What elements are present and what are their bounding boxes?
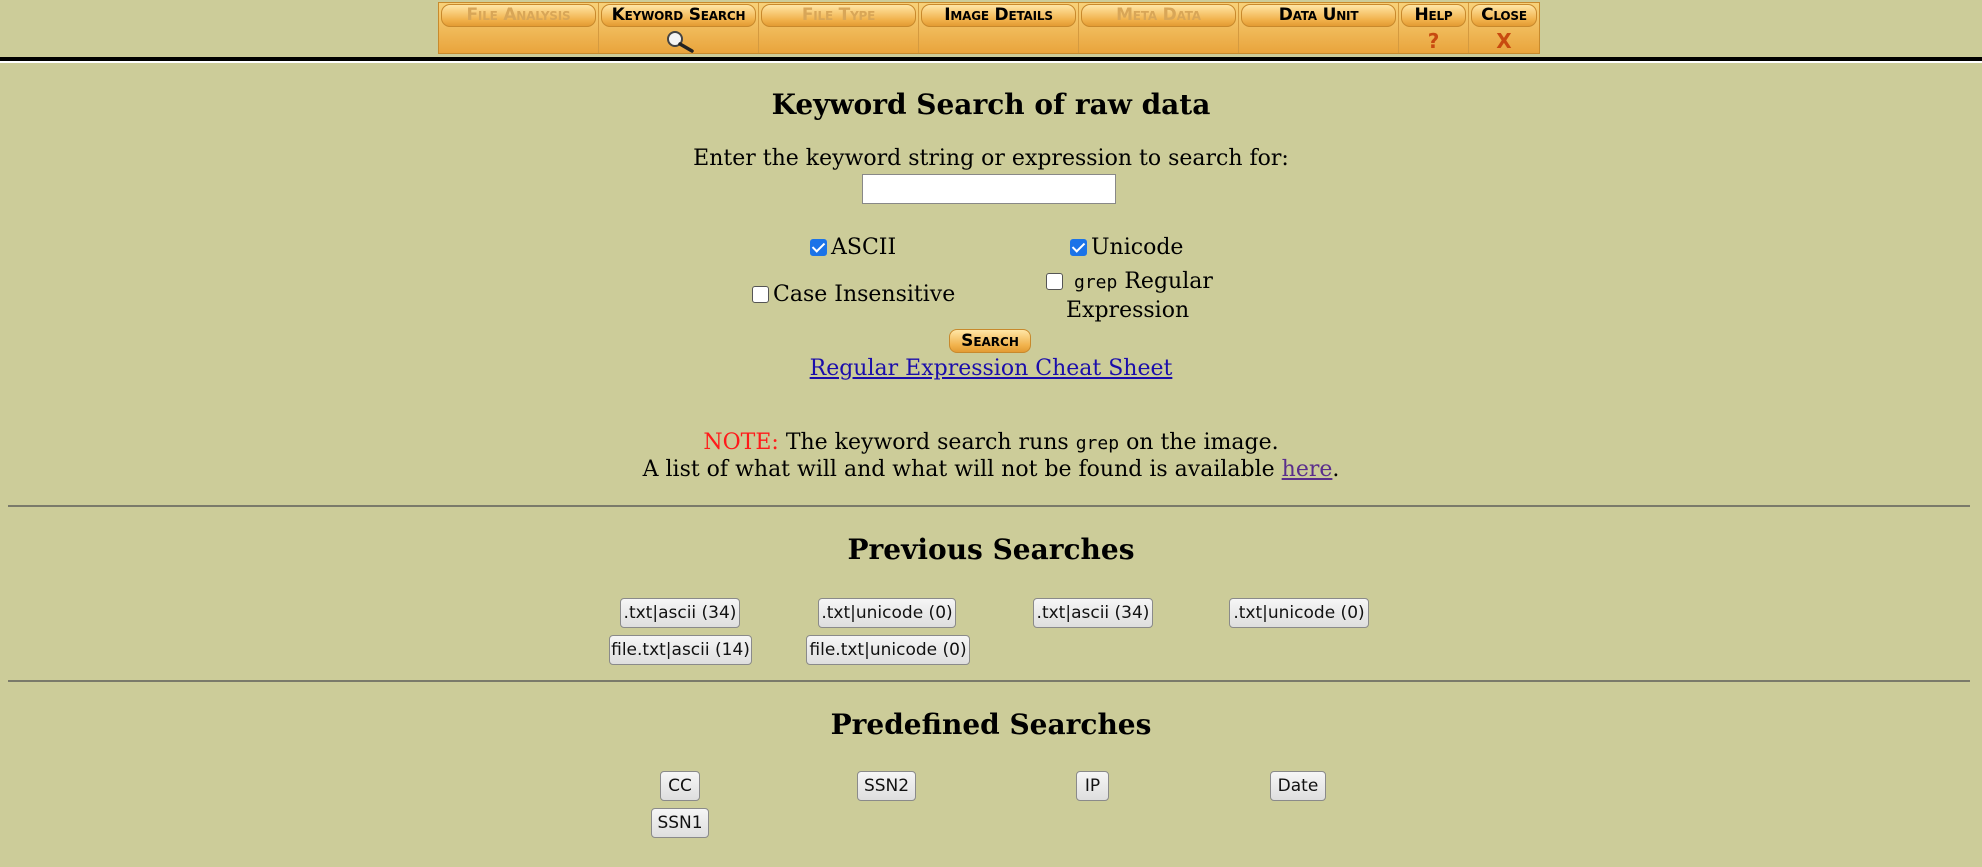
predefined-search-button[interactable]: SSN2 (857, 771, 916, 801)
grep-mono-label: grep (1074, 272, 1118, 293)
tab-meta-data[interactable]: Meta Data (1079, 3, 1239, 53)
note-line2: A list of what will and what will not be… (642, 457, 1275, 482)
case-insensitive-label: Case Insensitive (773, 282, 956, 307)
unicode-option[interactable]: Unicode (1070, 235, 1183, 260)
grep-regex-option[interactable]: grep Regular Expression (1046, 268, 1213, 325)
previous-search-button[interactable]: .txt|ascii (34) (620, 598, 740, 628)
note-text-after: on the image. (1126, 430, 1279, 455)
tab-file-analysis[interactable]: File Analysis (439, 3, 599, 53)
unicode-label: Unicode (1091, 235, 1184, 260)
note-block: NOTE: The keyword search runs grep on th… (0, 430, 1982, 483)
case-insensitive-checkbox[interactable] (752, 286, 769, 303)
tab-image-details[interactable]: Image Details (919, 3, 1079, 53)
tab-keyword-search-label: Keyword Search (601, 4, 756, 27)
predefined-searches-title: Predefined Searches (830, 708, 1152, 741)
tab-strip: File Analysis Keyword Search File Type I… (438, 2, 1540, 54)
predefined-search-button[interactable]: CC (660, 771, 700, 801)
unicode-checkbox[interactable] (1070, 239, 1087, 256)
case-insensitive-option[interactable]: Case Insensitive (752, 282, 955, 307)
tab-data-unit[interactable]: Data Unit (1239, 3, 1399, 53)
tab-close-label: Close (1471, 4, 1537, 27)
divider (8, 680, 1970, 682)
predefined-search-button[interactable]: Date (1270, 771, 1326, 801)
previous-searches-header: Previous Searches (0, 533, 1982, 566)
divider (8, 505, 1970, 507)
predefined-search-button[interactable]: SSN1 (651, 808, 709, 838)
predefined-searches-header: Predefined Searches (0, 708, 1982, 741)
tab-keyword-search[interactable]: Keyword Search (599, 3, 759, 53)
previous-search-button[interactable]: .txt|unicode (0) (818, 598, 956, 628)
previous-searches-title: Previous Searches (847, 533, 1135, 566)
ascii-checkbox[interactable] (810, 239, 827, 256)
top-divider (0, 57, 1982, 63)
tab-close[interactable]: Close X (1469, 3, 1539, 53)
tab-file-analysis-label: File Analysis (441, 4, 596, 27)
note-here-link[interactable]: here (1282, 457, 1333, 482)
grep-regex-checkbox[interactable] (1046, 273, 1063, 290)
grep-regex-label-1: Regular (1124, 269, 1213, 294)
tab-data-unit-label: Data Unit (1241, 4, 1396, 27)
previous-search-button[interactable]: file.txt|ascii (14) (609, 635, 752, 665)
previous-search-button[interactable]: .txt|unicode (0) (1229, 598, 1369, 628)
question-icon: ? (1427, 29, 1440, 53)
tab-help-label: Help (1401, 4, 1466, 27)
ascii-option[interactable]: ASCII (810, 235, 896, 260)
regex-cheat-sheet-link[interactable]: Regular Expression Cheat Sheet (810, 356, 1173, 381)
note-text-before: The keyword search runs (785, 430, 1069, 455)
tab-help[interactable]: Help ? (1399, 3, 1469, 53)
tab-file-type[interactable]: File Type (759, 3, 919, 53)
search-prompt: Enter the keyword string or expression t… (693, 146, 1289, 171)
cheat-sheet-row: Regular Expression Cheat Sheet (0, 356, 1982, 381)
top-menu-bar: File Analysis Keyword Search File Type I… (0, 0, 1982, 63)
previous-search-button[interactable]: file.txt|unicode (0) (806, 635, 970, 665)
previous-search-button[interactable]: .txt|ascii (34) (1033, 598, 1153, 628)
note-period: . (1332, 457, 1340, 482)
tab-image-details-label: Image Details (921, 4, 1076, 27)
magnifier-icon (599, 29, 758, 53)
tab-meta-data-label: Meta Data (1081, 4, 1236, 27)
predefined-search-button[interactable]: IP (1076, 771, 1109, 801)
grep-regex-label-2: Expression (1066, 298, 1190, 323)
keyword-input[interactable] (862, 174, 1116, 204)
note-label: NOTE: (703, 430, 779, 455)
search-button[interactable]: Search (949, 329, 1031, 353)
close-icon: X (1496, 29, 1512, 53)
keyword-search-section: Keyword Search of raw data (0, 88, 1982, 121)
page-title: Keyword Search of raw data (771, 88, 1211, 121)
note-grep: grep (1075, 433, 1120, 454)
ascii-label: ASCII (831, 235, 897, 260)
tab-file-type-label: File Type (761, 4, 916, 27)
